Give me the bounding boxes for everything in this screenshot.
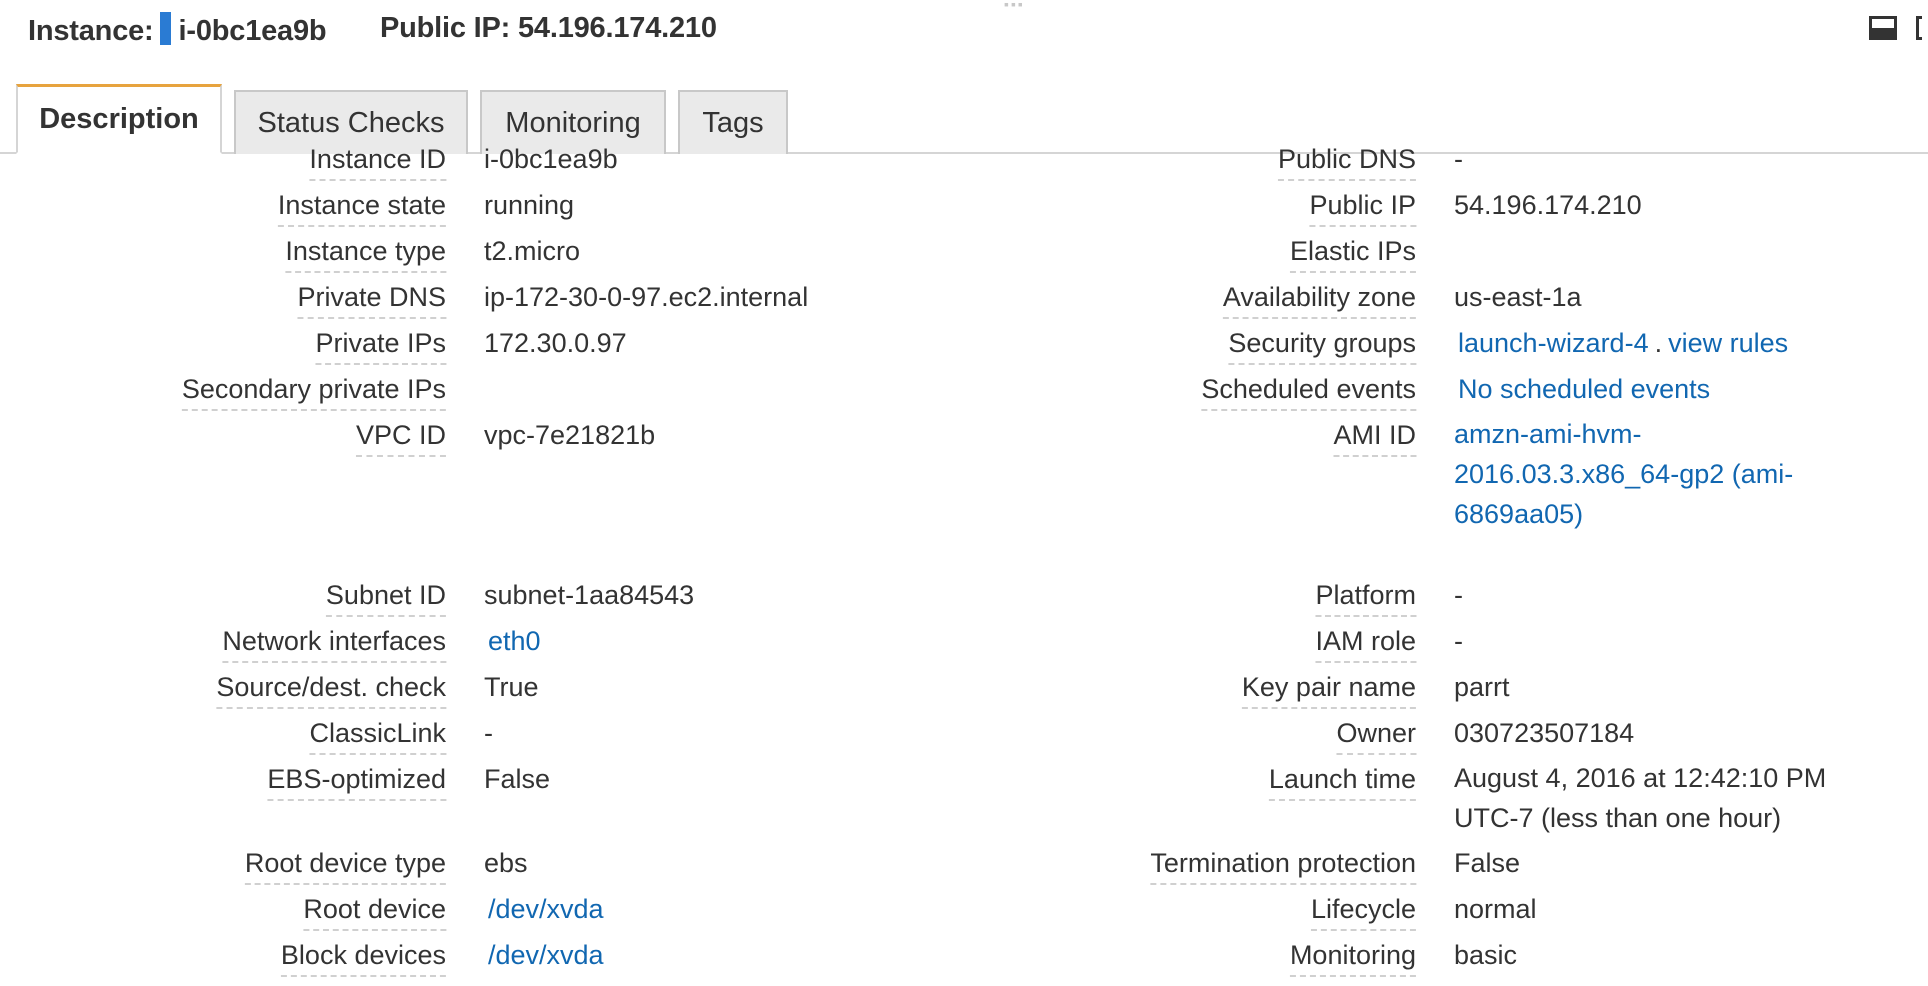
field-label: Block devices xyxy=(280,940,446,977)
ami-id-link[interactable]: amzn-ami-hvm-2016.03.3.x86_64-gp2 (ami-6… xyxy=(1454,414,1834,534)
field-label: Launch time xyxy=(1268,764,1416,801)
view-rules-link[interactable]: view rules xyxy=(1668,328,1788,358)
field-label: VPC ID xyxy=(355,420,446,457)
field-value: running xyxy=(484,190,575,220)
field-value: i-0bc1ea9b xyxy=(484,144,618,174)
field-value: - xyxy=(1454,144,1463,174)
field-value: t2.micro xyxy=(484,236,581,266)
field-label: AMI ID xyxy=(1333,420,1416,457)
block-devices-link[interactable]: /dev/xvda xyxy=(488,940,604,971)
field-value: 54.196.174.210 xyxy=(1454,190,1642,220)
field-label: Lifecycle xyxy=(1310,894,1416,931)
instance-header: Instance: i-0bc1ea9b Public IP: 54.196.17… xyxy=(0,0,1928,60)
field-label: Root device type xyxy=(244,848,446,885)
field-value: True xyxy=(484,672,539,702)
field-label: Root device xyxy=(303,894,446,931)
field-value: False xyxy=(484,764,551,794)
field-label: Public DNS xyxy=(1277,144,1416,181)
field-label: Public IP xyxy=(1309,190,1416,227)
field-value: - xyxy=(1454,626,1463,656)
field-value: 172.30.0.97 xyxy=(484,328,627,358)
detail-tabs: Description Status Checks Monitoring Tag… xyxy=(0,84,1928,154)
field-label: Private IPs xyxy=(315,328,446,365)
instance-color-marker xyxy=(159,12,171,45)
field-value: ebs xyxy=(484,848,528,878)
field-value: - xyxy=(1454,580,1463,610)
field-value: normal xyxy=(1454,894,1537,924)
field-value: 030723507184 xyxy=(1454,718,1635,748)
field-label: Source/dest. check xyxy=(216,672,446,709)
panel-split-icon[interactable] xyxy=(1916,16,1922,40)
field-label: Subnet ID xyxy=(325,580,446,617)
field-label: IAM role xyxy=(1315,626,1416,663)
tab-description[interactable]: Description xyxy=(16,84,222,154)
network-interface-link[interactable]: eth0 xyxy=(488,626,541,657)
field-value: False xyxy=(1454,848,1521,878)
security-group-separator: . xyxy=(1654,328,1663,358)
field-label: Network interfaces xyxy=(222,626,446,663)
instance-label: Instance: xyxy=(28,15,154,47)
field-label: Private DNS xyxy=(297,282,446,319)
field-value: launch-wizard-4. view rules xyxy=(1458,328,1788,359)
field-value: August 4, 2016 at 12:42:10 PM UTC-7 (les… xyxy=(1454,763,1827,833)
instance-id-title: i-0bc1ea9b xyxy=(178,15,327,47)
field-label: Instance state xyxy=(277,190,446,227)
field-label: Platform xyxy=(1315,580,1416,617)
field-label: Security groups xyxy=(1228,328,1416,365)
field-label: Key pair name xyxy=(1241,672,1416,709)
field-value: parrt xyxy=(1454,672,1510,702)
resize-grip-icon[interactable]: ▪▪▪ xyxy=(1004,0,1025,11)
field-label: Scheduled events xyxy=(1201,374,1416,411)
tab-tags[interactable]: Tags xyxy=(678,90,788,154)
field-label: Instance type xyxy=(285,236,446,273)
root-device-link[interactable]: /dev/xvda xyxy=(488,894,604,925)
panel-layout-icon[interactable] xyxy=(1869,16,1897,40)
field-value: us-east-1a xyxy=(1454,282,1582,312)
instance-title: Instance: i-0bc1ea9b xyxy=(28,12,327,48)
field-label: Secondary private IPs xyxy=(181,374,446,411)
field-label: Instance ID xyxy=(309,144,446,181)
field-value: ip-172-30-0-97.ec2.internal xyxy=(484,282,809,312)
field-value: - xyxy=(484,718,493,748)
security-group-link[interactable]: launch-wizard-4 xyxy=(1458,328,1649,358)
field-value: vpc-7e21821b xyxy=(484,420,656,450)
field-label: Elastic IPs xyxy=(1289,236,1416,273)
field-label: Owner xyxy=(1336,718,1416,755)
field-value: subnet-1aa84543 xyxy=(484,580,695,610)
field-label: EBS-optimized xyxy=(267,764,446,801)
scheduled-events-link[interactable]: No scheduled events xyxy=(1458,374,1710,405)
field-label: Availability zone xyxy=(1222,282,1416,319)
field-value: basic xyxy=(1454,940,1518,970)
field-label: ClassicLink xyxy=(309,718,446,755)
public-ip-title: Public IP: 54.196.174.210 xyxy=(380,12,717,44)
field-label: Termination protection xyxy=(1150,848,1416,885)
field-label: Monitoring xyxy=(1289,940,1416,977)
